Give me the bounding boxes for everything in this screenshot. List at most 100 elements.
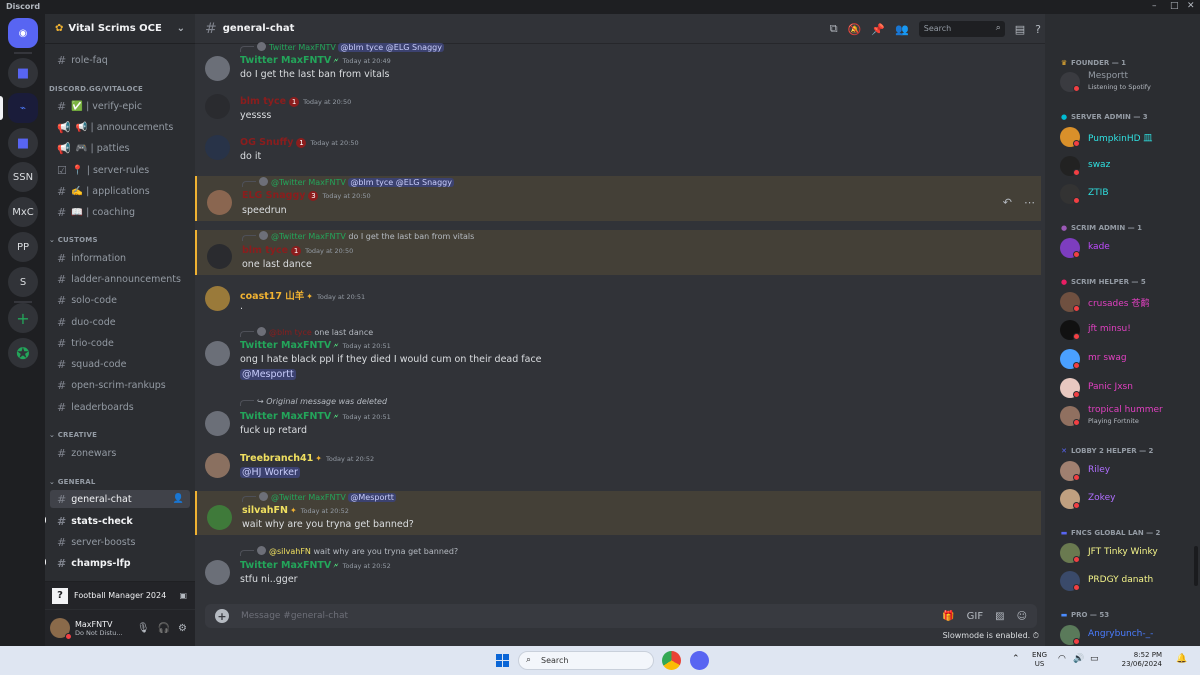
member-item[interactable]: PRDGY danath [1060,570,1200,592]
channel-information[interactable]: # information [50,249,190,267]
folder-icon[interactable]: ■ [8,58,38,88]
category-customs[interactable]: ⌄ CUSTOMS [49,236,98,244]
member-item[interactable]: jft minsu! [1060,319,1200,341]
channel-ladder-announcements[interactable]: # ladder-announcements [50,270,190,288]
channel-role-faq[interactable]: # role-faq [50,51,190,69]
add-server-icon[interactable]: + [8,303,38,333]
wifi-icon[interactable]: ◠ [1058,655,1066,664]
message-mention[interactable]: @Twitter MaxFNTV @Mesportt silvahFN ✦ Toda… [195,491,1041,535]
add-member-icon[interactable]: 👤 [173,494,184,504]
chrome-icon[interactable] [662,651,681,670]
notification-bell-icon[interactable]: 🔕 [848,23,862,36]
close-icon[interactable]: ✕ [1187,1,1195,11]
message[interactable]: blm tyce 1 Today at 20:50 yessss [195,92,1041,130]
message[interactable]: @silvahFN wait why are you tryna get ban… [195,545,1041,589]
message-author[interactable]: Twitter MaxFNTV [240,340,331,351]
threads-icon[interactable]: ⧉ [830,22,838,36]
channel-stats-check[interactable]: # stats-check [50,512,190,530]
avatar[interactable] [205,341,230,366]
member-item[interactable]: Angrybunch-_- [1060,624,1200,646]
message-author[interactable]: Twitter MaxFNTV [240,560,331,571]
volume-icon[interactable]: 🔊 [1073,655,1084,664]
member-item[interactable]: Panic Jxsn [1060,377,1200,399]
member-item[interactable]: Zokey [1060,488,1200,510]
message-mention[interactable]: @Twitter MaxFNTV @blm tyce @ELG Snaggy E… [195,176,1041,221]
avatar[interactable] [207,190,232,215]
channel-champs-lfp[interactable]: # champs-lfp [50,554,190,572]
user-mention[interactable]: @HJ Worker [240,467,300,478]
chevron-up-icon[interactable]: ⌃ [1012,655,1020,664]
category-general[interactable]: ⌄ GENERAL [49,478,96,486]
gif-icon[interactable]: GIF [967,611,983,622]
member-item[interactable]: ZTIB [1060,183,1200,205]
screen-share-icon[interactable]: ▣ [179,591,187,600]
reply-icon[interactable]: ↶ [1003,196,1012,209]
emoji-icon[interactable]: ☺ [1017,611,1027,622]
message-author[interactable]: Twitter MaxFNTV [240,55,331,66]
message[interactable]: coast17 山羊 ✦ Today at 20:51 . [195,284,1041,320]
home-discord-icon[interactable]: ◉ [8,18,38,48]
maximize-icon[interactable]: □ [1170,1,1179,11]
message[interactable]: @blm tyce one last dance Twitter MaxFNTV… [195,326,1041,384]
reply-preview[interactable]: @silvahFN wait why are you tryna get ban… [240,546,458,556]
channel-trio-code[interactable]: # trio-code [50,334,190,352]
member-item[interactable]: JFT Tinky Winky [1060,542,1200,564]
windows-start-icon[interactable] [496,654,509,667]
taskbar-search[interactable]: ⌕ Search [518,651,654,670]
clock[interactable]: 8:52 PM 23/06/2024 [1122,651,1162,669]
gear-icon[interactable]: ⚙ [178,623,187,634]
more-options-icon[interactable]: ⋯ [1024,196,1035,209]
channel-announcements[interactable]: 📢 📢 | announcements [50,118,190,136]
minimize-icon[interactable]: – [1152,1,1157,11]
member-item[interactable]: crusades 苍鹬 [1060,291,1200,313]
channel-general-chat[interactable]: # general-chat 👤 [50,490,190,508]
reply-preview[interactable]: @Twitter MaxFNTV @Mesportt [242,492,396,502]
message-mention[interactable]: @Twitter MaxFNTV do I get the last ban f… [195,230,1041,275]
reply-preview[interactable]: Twitter MaxFNTV @blm tyce @ELG Snaggy [240,42,444,52]
member-item[interactable]: mr swag [1060,348,1200,370]
message[interactable]: Treebranch41 ✦ Today at 20:52 @HJ Worker [195,450,1041,488]
avatar[interactable] [205,56,230,81]
avatar[interactable] [205,411,230,436]
member-list-icon[interactable]: 👥 [895,23,909,36]
avatar[interactable] [205,94,230,119]
server-header[interactable]: ✿ Vital Scrims OCE ⌄ [45,14,195,44]
message-author[interactable]: silvahFN [242,505,288,516]
message[interactable]: OG Snuffy 1 Today at 20:50 do it [195,133,1041,171]
member-item[interactable]: kade [1060,237,1200,259]
message-author[interactable]: blm tyce [240,96,286,107]
inbox-icon[interactable]: ▤ [1015,23,1025,36]
member-item[interactable]: PumpkinHD 皿 [1060,126,1200,148]
channel-squad-code[interactable]: # squad-code [50,355,190,373]
server-pp[interactable]: PP [8,232,38,262]
notification-bell-icon[interactable]: 🔔 [1176,655,1187,664]
discover-icon[interactable]: ✪ [8,338,38,368]
avatar[interactable] [205,286,230,311]
battery-icon[interactable]: ▭ [1090,655,1099,664]
message[interactable]: ↪ Original message was deleted Twitter M… [195,396,1041,440]
channel-applications[interactable]: # ✍️ | applications [50,182,190,200]
server-vital-scrims-icon[interactable]: ⌁ [8,93,38,123]
member-item[interactable]: Mesportt Listening to Spotify [1060,71,1200,93]
message-author[interactable]: ELG Snaggy [242,190,305,201]
channel-coaching[interactable]: # 📖 | coaching [50,203,190,221]
channel-duo-code[interactable]: # duo-code [50,313,190,331]
channel-open-scrim-rankups[interactable]: # open-scrim-rankups [50,376,190,394]
channel-verify-epic[interactable]: # ✅ | verify-epic [50,97,190,115]
avatar[interactable] [207,505,232,530]
server-s[interactable]: S [8,267,38,297]
avatar[interactable] [50,618,72,640]
discord-taskbar-icon[interactable] [690,651,709,670]
message-author[interactable]: coast17 山羊 [240,288,304,302]
help-icon[interactable]: ? [1035,23,1041,36]
avatar[interactable] [205,453,230,478]
category-creative[interactable]: ⌄ CREATIVE [49,431,97,439]
message-author[interactable]: OG Snuffy [240,137,293,148]
reply-preview[interactable]: @blm tyce one last dance [240,327,373,337]
pin-icon[interactable]: 📌 [871,23,885,36]
message-author[interactable]: blm tyce [242,245,288,256]
avatar[interactable] [205,560,230,585]
channel-solo-code[interactable]: # solo-code [50,291,190,309]
gift-icon[interactable]: 🎁 [942,611,954,622]
folder-icon[interactable]: ■ [8,128,38,158]
